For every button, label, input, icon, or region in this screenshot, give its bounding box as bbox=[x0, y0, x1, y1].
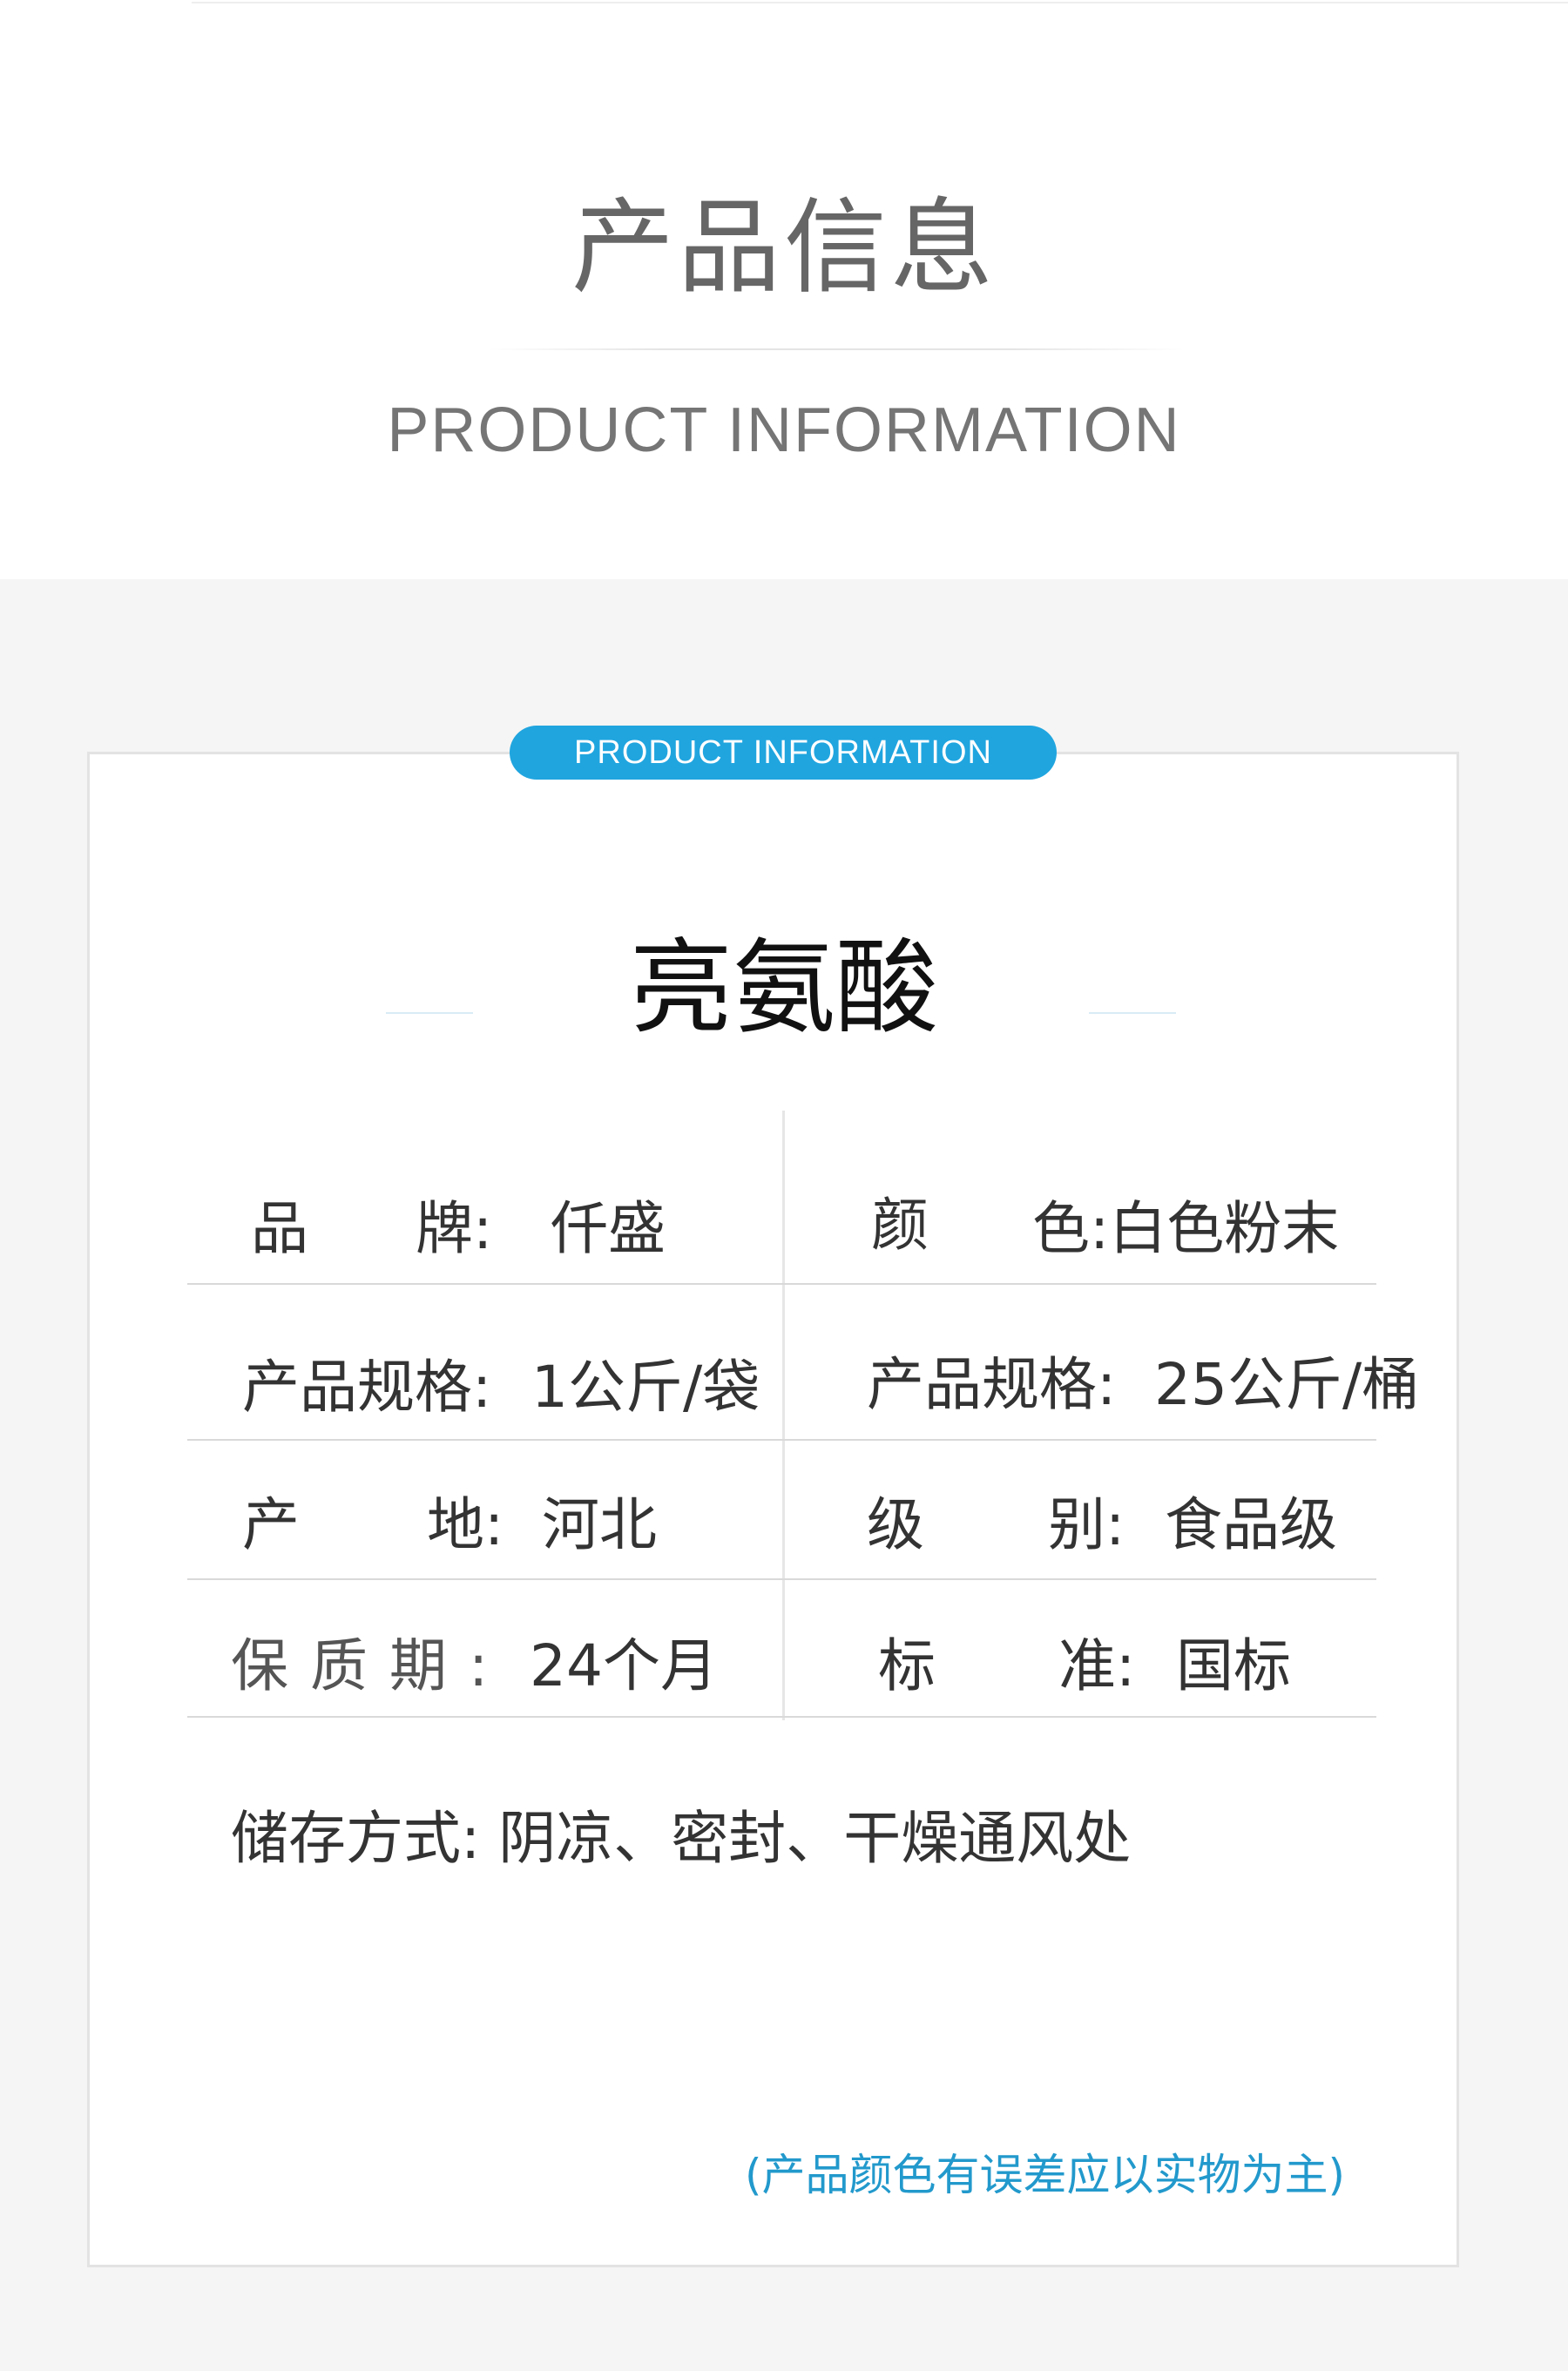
row-divider-2 bbox=[187, 1439, 1376, 1441]
spec-value-left: 1公斤/袋 bbox=[531, 1354, 760, 1421]
row-divider-1 bbox=[187, 1283, 1376, 1285]
grade-label-b: 别: bbox=[1048, 1491, 1125, 1558]
header-section: 产品信息 PRODUCT INFORMATION bbox=[0, 0, 1568, 579]
spec-label-right: 产品规格: bbox=[867, 1351, 1117, 1418]
spec-value-right: 25公斤/桶 bbox=[1154, 1351, 1420, 1418]
row-divider-4 bbox=[187, 1716, 1376, 1718]
brand-label-a: 品 bbox=[251, 1195, 308, 1262]
page-subtitle: PRODUCT INFORMATION bbox=[387, 395, 1181, 465]
brand-label-b: 牌: bbox=[416, 1195, 493, 1262]
grade-value: 食品级 bbox=[1165, 1491, 1337, 1558]
shelf-life-label: 保 质 期 : bbox=[231, 1632, 489, 1699]
standard-value: 国标 bbox=[1176, 1632, 1291, 1699]
color-label-a: 颜 bbox=[871, 1192, 929, 1259]
row-divider-3 bbox=[187, 1578, 1376, 1580]
shelf-life-value: 24个月 bbox=[530, 1632, 718, 1699]
table-column-divider bbox=[782, 1111, 785, 1720]
top-divider bbox=[192, 2, 1568, 3]
section-badge: PRODUCT INFORMATION bbox=[510, 726, 1057, 780]
title-divider bbox=[488, 348, 1185, 350]
origin-label-b: 地: bbox=[427, 1491, 504, 1558]
color-disclaimer: (产品颜色有误差应以实物为主) bbox=[745, 2150, 1346, 2200]
storage-info: 储存方式: 阴凉、密封、干燥通风处 bbox=[231, 1805, 1132, 1872]
grade-label-a: 级 bbox=[867, 1491, 924, 1558]
origin-value: 河北 bbox=[542, 1491, 657, 1558]
product-name: 亮氨酸 bbox=[629, 928, 938, 1048]
spec-label-left: 产品规格: bbox=[242, 1354, 492, 1421]
standard-label-a: 标 bbox=[878, 1632, 936, 1699]
color-value: 色:白色粉末 bbox=[1032, 1195, 1340, 1262]
brand-value: 仟盛 bbox=[551, 1195, 666, 1262]
origin-label-a: 产 bbox=[242, 1491, 300, 1558]
page-title: 产品信息 bbox=[571, 187, 997, 307]
standard-label-b: 准: bbox=[1058, 1632, 1136, 1699]
